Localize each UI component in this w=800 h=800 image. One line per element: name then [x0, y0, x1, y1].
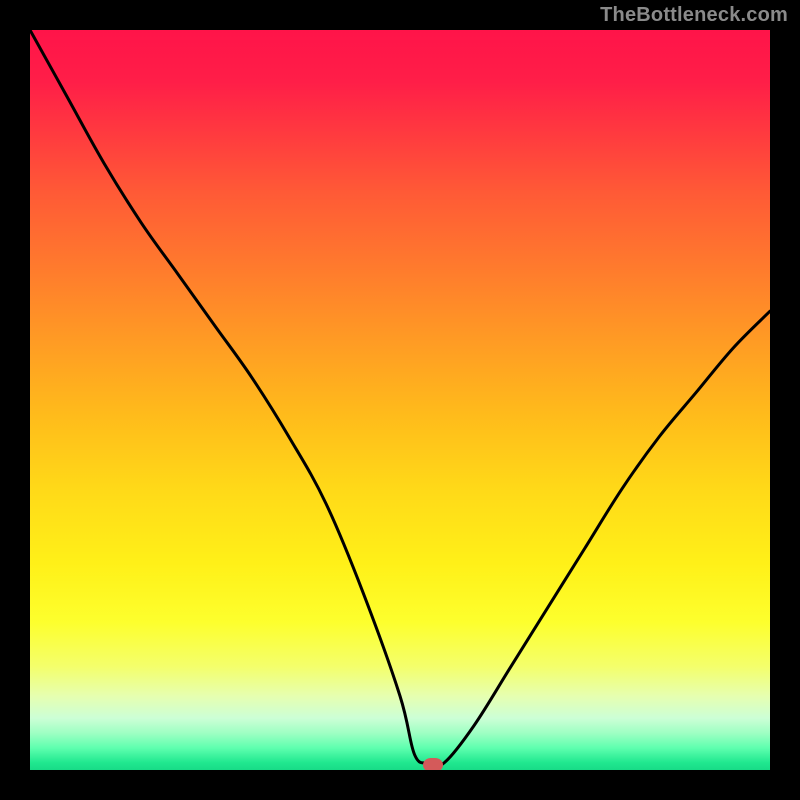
- plot-area: [30, 30, 770, 770]
- optimal-point-marker: [423, 758, 443, 770]
- bottleneck-curve: [30, 30, 770, 770]
- watermark-text: TheBottleneck.com: [600, 4, 788, 27]
- chart-frame: TheBottleneck.com: [0, 0, 800, 800]
